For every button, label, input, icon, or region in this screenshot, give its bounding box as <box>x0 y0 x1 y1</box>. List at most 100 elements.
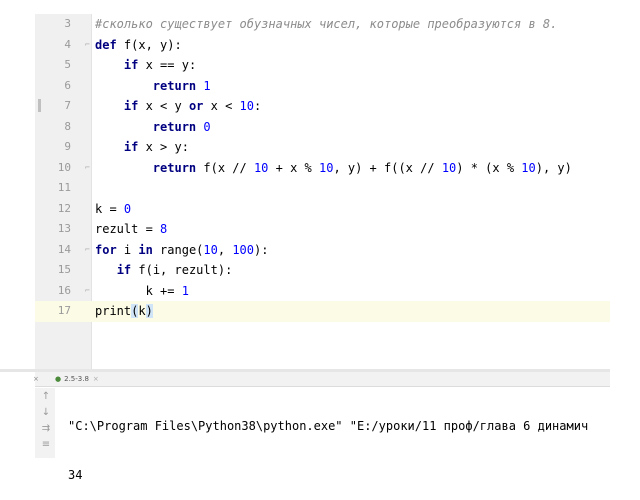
close-icon[interactable]: × <box>93 375 99 383</box>
line-number: 13 <box>57 222 71 235</box>
code-token: k += <box>95 283 182 298</box>
code-line[interactable]: 10 ⌐ return f(x // 10 + x % 10, y) + f((x… <box>35 158 610 179</box>
code-token: return <box>152 119 204 134</box>
code-token: ) * (x % <box>456 160 522 175</box>
code-token: return <box>152 160 204 175</box>
line-number: 6 <box>64 78 71 92</box>
code-text: if x > y: <box>95 137 189 158</box>
code-token: 10 <box>318 160 334 175</box>
code-token: i <box>123 242 139 257</box>
code-token: f(i, rezult): <box>138 263 233 277</box>
line-number: 15 <box>57 263 71 276</box>
code-token: if <box>116 263 139 277</box>
code-text: for i in range(10, 100): <box>95 240 268 261</box>
code-token: 10 <box>253 160 269 175</box>
code-token: x < y <box>145 99 189 113</box>
code-lines[interactable]: 3 #сколько существует обузначных чисел, к… <box>35 14 610 322</box>
code-text: if x == y: <box>95 55 196 76</box>
run-toolbar: ↑ ↓ ⇉ ≡ <box>35 388 55 458</box>
fold-marker-icon[interactable]: ⌐ <box>85 286 92 295</box>
python-run-icon: ● <box>55 375 62 383</box>
line-number: 8 <box>64 119 71 133</box>
code-token: 0 <box>203 119 211 134</box>
code-token: or <box>188 99 211 113</box>
code-token: f(x // <box>203 160 254 175</box>
code-token: , <box>217 242 233 257</box>
code-token: if <box>123 99 146 113</box>
code-line[interactable]: 4 ⌐ def f(x, y): <box>35 35 610 56</box>
code-line[interactable]: 17 print(k) <box>35 301 610 322</box>
line-number: 3 <box>64 17 71 30</box>
code-text: return 1 <box>95 76 211 97</box>
code-token: 10 <box>521 160 536 175</box>
code-token: for <box>95 242 124 257</box>
code-line[interactable]: 3 #сколько существует обузначных чисел, к… <box>35 14 610 35</box>
line-number: 9 <box>64 140 71 153</box>
bookmark-marker[interactable] <box>38 99 41 112</box>
line-number: 11 <box>57 181 71 194</box>
fold-marker-icon[interactable]: ⌐ <box>85 163 92 172</box>
code-token: f(x, y): <box>123 37 182 52</box>
code-token: 100 <box>232 242 254 257</box>
code-token: 10 <box>441 160 457 175</box>
code-text: rezult = 8 <box>95 219 167 240</box>
close-panel-icon[interactable]: × <box>33 372 39 386</box>
code-line[interactable]: 5 if x == y: <box>35 55 610 76</box>
code-token: + x % <box>268 160 319 175</box>
code-token: print <box>95 304 132 318</box>
code-text: if x < y or x < 10: <box>95 96 261 117</box>
code-line[interactable]: 16 ⌐ k += 1 <box>35 281 610 302</box>
code-token: in <box>138 242 161 257</box>
code-token: k = <box>95 201 124 216</box>
code-token: range( <box>160 242 204 257</box>
code-token: 1 <box>203 78 211 93</box>
code-line[interactable]: 7 if x < y or x < 10: <box>35 96 610 117</box>
code-line[interactable]: 14 ⌐ for i in range(10, 100): <box>35 240 610 261</box>
run-tab-label: 2.5-3.8 <box>64 375 89 383</box>
code-editor[interactable]: 3 #сколько существует обузначных чисел, к… <box>35 14 610 369</box>
code-token: if <box>123 58 146 72</box>
code-token: return <box>152 78 204 93</box>
code-token: def <box>95 37 124 52</box>
code-line[interactable]: 13 rezult = 8 <box>35 219 610 240</box>
code-text: return 0 <box>95 117 211 138</box>
code-text: if f(i, rezult): <box>95 260 233 281</box>
code-token: 10 <box>239 99 254 113</box>
code-line[interactable]: 15 if f(i, rezult): <box>35 260 610 281</box>
down-arrow-icon[interactable]: ↓ <box>39 406 53 420</box>
run-tab[interactable]: ● 2.5-3.8 × <box>55 372 99 386</box>
code-text: def f(x, y): <box>95 35 182 56</box>
code-line[interactable]: 9 if x > y: <box>35 137 610 158</box>
code-token: if <box>123 140 146 154</box>
line-number: 16 <box>57 283 71 297</box>
code-token: 0 <box>123 201 132 216</box>
code-line[interactable]: 12 k = 0 <box>35 199 610 220</box>
code-token: ), y) <box>535 160 572 175</box>
code-token: rezult = <box>95 222 161 236</box>
line-number: 17 <box>57 304 71 317</box>
code-token: x == y: <box>145 58 197 72</box>
code-token: 10 <box>203 242 218 257</box>
fold-marker-icon[interactable]: ⌐ <box>85 40 92 49</box>
code-token: ) <box>145 304 153 318</box>
scroll-to-end-icon[interactable]: ≡ <box>39 438 53 452</box>
soft-wrap-icon[interactable]: ⇉ <box>39 422 53 436</box>
line-number: 10 <box>57 160 71 174</box>
line-number: 12 <box>57 201 71 215</box>
console-output[interactable]: "C:\Program Files\Python38\python.exe" "… <box>68 388 588 500</box>
code-token: k <box>138 304 146 318</box>
up-arrow-icon[interactable]: ↑ <box>39 390 53 404</box>
code-token: : <box>254 99 262 113</box>
code-line[interactable]: 8 return 0 <box>35 117 610 138</box>
code-line[interactable]: 6 return 1 <box>35 76 610 97</box>
console-line-command: "C:\Program Files\Python38\python.exe" "… <box>68 419 589 433</box>
code-token: 1 <box>181 283 189 298</box>
code-token: x < <box>210 99 240 113</box>
code-text: return f(x // 10 + x % 10, y) + f((x // … <box>95 158 572 179</box>
fold-marker-icon[interactable]: ⌐ <box>85 245 92 254</box>
code-line[interactable]: 11 <box>35 178 610 199</box>
